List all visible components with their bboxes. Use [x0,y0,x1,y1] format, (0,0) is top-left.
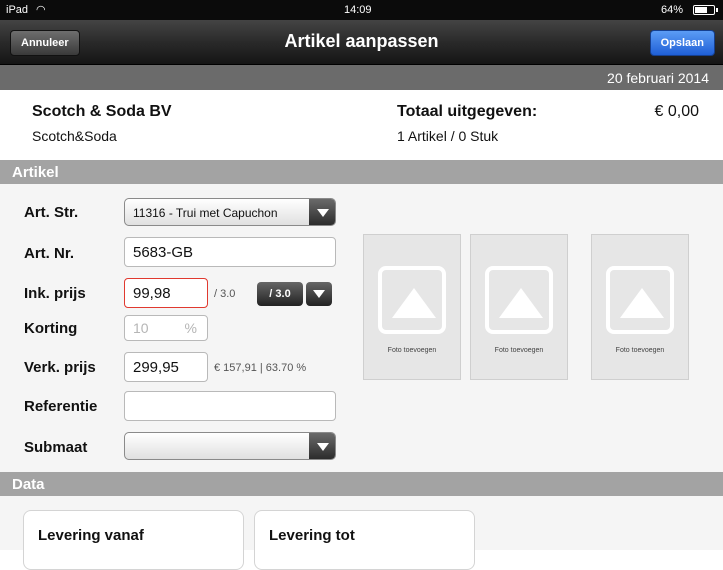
total-spent-label: Totaal uitgegeven: [397,103,538,120]
supplier-brand: Scotch&Soda [32,128,117,144]
save-button[interactable]: Opslaan [649,30,715,56]
photo-slot[interactable]: Foto toevoegen [591,234,689,380]
art-str-select[interactable]: 11316 - Trui met Capuchon [124,198,336,226]
delivery-to-card[interactable]: Levering tot [254,510,475,570]
referentie-input[interactable] [124,391,336,421]
photo-caption: Foto toevoegen [615,347,665,354]
verk-prijs-input[interactable]: 299,95 [124,352,208,382]
delivery-from-label: Levering vanaf [38,527,144,544]
korting-value: 10 [133,320,149,336]
verk-prijs-label: Verk. prijs [24,359,96,376]
total-spent-value: € 0,00 [654,103,699,120]
section-title: Artikel [12,164,59,181]
status-bar: iPad ◠ 14:09 64% [0,0,723,20]
date-bar: 20 februari 2014 [0,65,723,90]
section-header-artikel: Artikel [0,160,723,184]
supplier-name: Scotch & Soda BV [32,103,172,120]
chevron-down-icon [313,290,325,298]
photo-slot[interactable]: Foto toevoegen [470,234,568,380]
ink-prijs-factor: / 3.0 [214,288,236,300]
date-label: 20 februari 2014 [607,70,709,86]
section-header-data: Data [0,472,723,496]
ink-prijs-label: Ink. prijs [24,285,86,302]
ink-prijs-input[interactable]: 99,98 [124,278,208,308]
art-nr-label: Art. Nr. [24,245,75,262]
photo-caption: Foto toevoegen [494,347,544,354]
wifi-icon: ◠ [36,4,46,16]
delivery-to-label: Levering tot [269,527,355,544]
korting-label: Korting [24,320,78,337]
korting-unit: % [184,320,197,336]
korting-input[interactable]: 10 % [124,315,208,341]
clock: 14:09 [344,4,372,16]
art-str-value: 11316 - Trui met Capuchon [133,206,278,220]
photo-slot[interactable]: Foto toevoegen [363,234,461,380]
battery-icon [693,5,718,15]
section-title: Data [12,476,45,493]
battery-percent: 64% [660,4,683,16]
factor-dropdown-button[interactable] [306,282,332,306]
submaat-label: Submaat [24,439,88,456]
navigation-bar: Artikel aanpassen Annuleer Opslaan [0,20,723,65]
cancel-button[interactable]: Annuleer [10,30,80,56]
device-label: iPad [6,4,29,16]
photo-caption: Foto toevoegen [387,347,437,354]
referentie-label: Referentie [24,398,98,415]
art-nr-input[interactable]: 5683-GB [124,237,336,267]
page-title: Artikel aanpassen [284,31,439,51]
image-placeholder-icon [606,266,674,334]
chevron-down-icon [309,433,335,459]
margin-info: € 157,91 | 63.70 % [214,362,307,374]
chevron-down-icon [309,199,335,225]
image-placeholder-icon [378,266,446,334]
art-str-label: Art. Str. [24,204,79,221]
total-items-count: 1 Artikel / 0 Stuk [397,128,499,144]
factor-button[interactable]: / 3.0 [257,282,303,306]
submaat-select[interactable] [124,432,336,460]
delivery-from-card[interactable]: Levering vanaf [23,510,244,570]
image-placeholder-icon [485,266,553,334]
